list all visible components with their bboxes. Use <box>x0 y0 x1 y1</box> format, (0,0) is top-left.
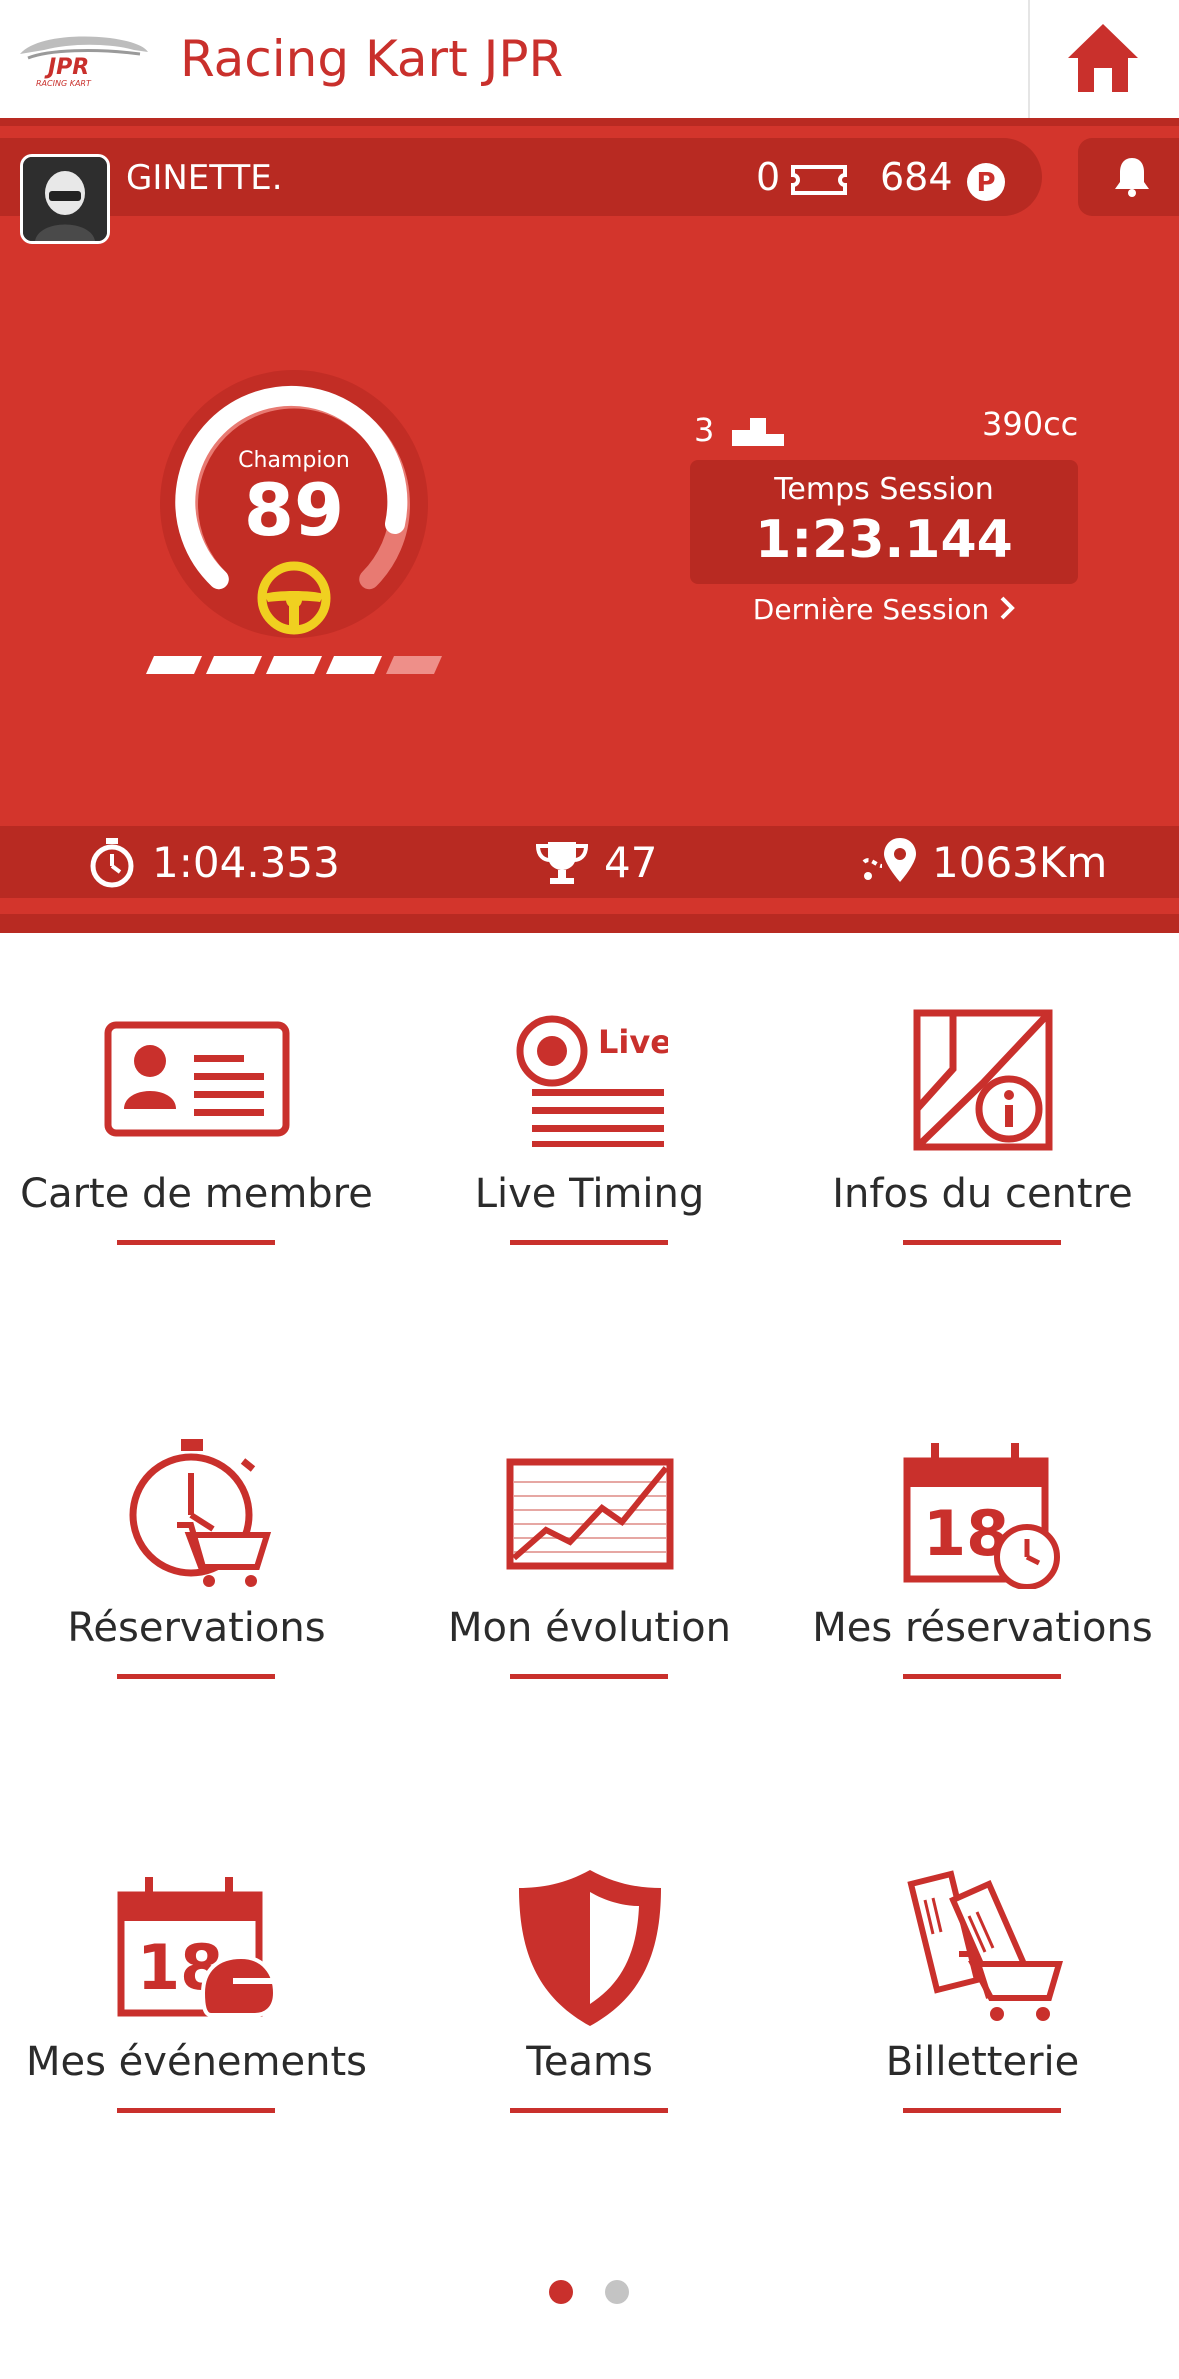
live-timing-icon: Live <box>516 1015 668 1147</box>
top-bar: JPR RACING KART Racing Kart JPR <box>0 0 1179 118</box>
distance-value: 1063Km <box>932 837 1108 887</box>
hero-bottom-border <box>0 914 1179 933</box>
username: GINETTE. <box>126 158 283 198</box>
calendar-stopwatch-icon: 18 <box>903 1443 1060 1589</box>
tile-label: Teams <box>526 2039 653 2085</box>
avatar[interactable] <box>20 154 110 244</box>
menu-infos-du-centre[interactable]: Infos du centre <box>786 1000 1179 1300</box>
tile-underline <box>117 1674 275 1679</box>
stopwatch-icon <box>90 838 134 888</box>
podium-icon <box>732 418 784 446</box>
tile-underline <box>510 1674 668 1679</box>
tile-underline <box>903 1674 1061 1679</box>
svg-text:RACING KART: RACING KART <box>36 79 92 88</box>
center-info-icon <box>913 1009 1052 1151</box>
menu-teams[interactable]: Teams <box>393 1868 786 2168</box>
tile-label: Mon évolution <box>448 1605 731 1651</box>
menu-reservations[interactable]: Réservations <box>0 1434 393 1734</box>
menu-billetterie[interactable]: Billetterie <box>786 1868 1179 2168</box>
live-badge: Live <box>598 1023 668 1061</box>
tile-label: Infos du centre <box>832 1171 1133 1217</box>
route-pin-icon <box>862 838 916 882</box>
trophies-value: 47 <box>604 837 658 887</box>
engine-label: 390cc <box>982 405 1079 443</box>
tile-label: Live Timing <box>474 1171 705 1217</box>
hero-topline <box>0 118 1179 126</box>
tile-underline <box>903 2108 1061 2113</box>
menu-carte-de-membre[interactable]: Carte de membre <box>0 1000 393 1300</box>
shield-icon <box>518 1870 661 2026</box>
tile-underline <box>903 1240 1061 1245</box>
home-icon[interactable] <box>1066 22 1140 94</box>
best-lap-stat: 1:04.353 <box>86 836 340 888</box>
menu-mon-evolution[interactable]: Mon évolution <box>393 1434 786 1734</box>
tile-label: Billetterie <box>885 2039 1080 2085</box>
page-indicator <box>549 2280 633 2304</box>
tile-label: Mes réservations <box>812 1605 1153 1651</box>
points-icon: P <box>967 163 1005 201</box>
last-session-label: Dernière Session <box>752 593 990 626</box>
stopwatch-cart-icon <box>129 1439 271 1587</box>
distance-stat: 1063Km <box>862 836 1107 888</box>
trophy-icon <box>535 842 589 884</box>
level-segment <box>146 656 202 674</box>
tile-underline <box>510 1240 668 1245</box>
svg-text:P: P <box>976 168 995 198</box>
level-segment <box>386 656 442 674</box>
stats-bar: 1:04.353 47 1063Km <box>0 826 1179 898</box>
helmet-avatar-icon <box>23 157 107 241</box>
tile-label: Mes événements <box>26 2039 367 2085</box>
calendar-helmet-icon: 18 <box>117 1877 277 2017</box>
svg-text:JPR: JPR <box>44 55 89 80</box>
page-dot-active[interactable] <box>549 2280 573 2304</box>
session-title: Temps Session <box>774 472 994 507</box>
podium-count: 3 <box>694 411 715 449</box>
steering-wheel-icon <box>257 561 331 635</box>
points-count: 684 <box>880 155 953 199</box>
tickets-cart-icon <box>906 1870 1063 2021</box>
evolution-chart-icon <box>506 1458 673 1570</box>
level-segment <box>206 656 262 674</box>
member-card-icon <box>104 1021 289 1137</box>
bell-icon <box>1115 158 1149 197</box>
session-time: 1:23.144 <box>755 510 1013 570</box>
notifications-button[interactable] <box>1078 138 1179 216</box>
tickets-count: 0 <box>756 155 781 199</box>
best-lap-value: 1:04.353 <box>152 837 340 887</box>
chevron-right-icon <box>1000 596 1016 620</box>
ticket-icon <box>791 165 847 195</box>
tile-underline <box>117 1240 275 1245</box>
tile-label: Réservations <box>67 1605 326 1651</box>
page-dot[interactable] <box>605 2280 629 2304</box>
menu-mes-evenements[interactable]: 18 Mes événements <box>0 1868 393 2168</box>
rank-value: 89 <box>243 468 345 552</box>
session-time-box: Temps Session 1:23.144 <box>690 460 1078 584</box>
tile-underline <box>117 2108 275 2113</box>
menu-mes-reservations[interactable]: 18 Mes réservations <box>786 1434 1179 1734</box>
jpr-logo-icon: JPR RACING KART <box>20 36 148 88</box>
menu-live-timing[interactable]: Live Live Timing <box>393 1000 786 1300</box>
divider <box>1028 0 1030 118</box>
level-segment <box>266 656 322 674</box>
trophies-stat: 47 <box>534 836 657 888</box>
last-session-link[interactable]: Dernière Session <box>690 590 1078 630</box>
profile-hero: GINETTE. 0 684 P Champion 89 3 390cc Tem… <box>0 118 1179 933</box>
app-title: Racing Kart JPR <box>180 30 564 88</box>
level-segment <box>326 656 382 674</box>
tile-underline <box>510 2108 668 2113</box>
level-progress <box>146 656 442 674</box>
tile-label: Carte de membre <box>20 1171 373 1217</box>
